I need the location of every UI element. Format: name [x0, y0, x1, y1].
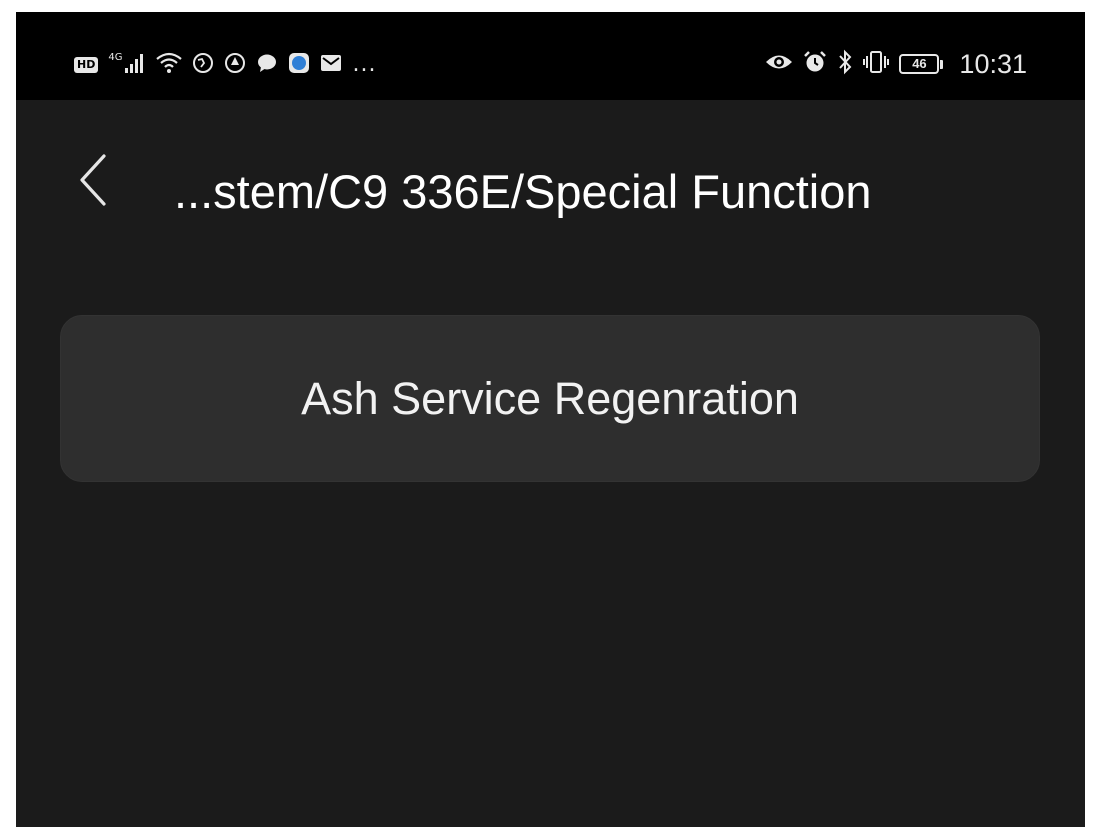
- network-type-icon: 4G: [108, 51, 123, 63]
- app-notification-icon: [224, 52, 246, 78]
- status-time: 10:31: [959, 48, 1027, 79]
- globe-app-icon: [192, 52, 214, 78]
- status-bar-left: HD 4G ...: [74, 52, 376, 78]
- alarm-icon: [803, 50, 827, 78]
- vibrate-icon: [863, 50, 890, 78]
- chat-bubble-icon: [256, 52, 278, 78]
- more-notifications-icon: ...: [352, 52, 377, 77]
- status-bar-right: 46 10:31: [765, 48, 1027, 80]
- chevron-left-icon: [80, 154, 106, 206]
- bluetooth-icon: [837, 49, 853, 79]
- mail-icon: [320, 52, 342, 78]
- app-screen: HD 4G ... 46 10:31 ...stem/C9 336E/Speci…: [16, 12, 1085, 827]
- back-button[interactable]: [68, 150, 118, 210]
- app-blue-icon: [288, 52, 310, 78]
- battery-icon: 46: [899, 54, 944, 74]
- hd-icon: HD: [74, 57, 99, 73]
- page-title: ...stem/C9 336E/Special Function: [174, 165, 872, 218]
- app-header: ...stem/C9 336E/Special Function: [16, 100, 1085, 230]
- eye-icon: [765, 51, 793, 77]
- status-bar: HD 4G ... 46 10:31: [16, 12, 1085, 100]
- battery-level: 46: [899, 54, 940, 74]
- wifi-icon: [156, 52, 183, 78]
- signal-icon: [124, 52, 146, 78]
- action-label: Ash Service Regenration: [301, 372, 799, 424]
- ash-service-regeneration-button[interactable]: Ash Service Regenration: [60, 315, 1040, 482]
